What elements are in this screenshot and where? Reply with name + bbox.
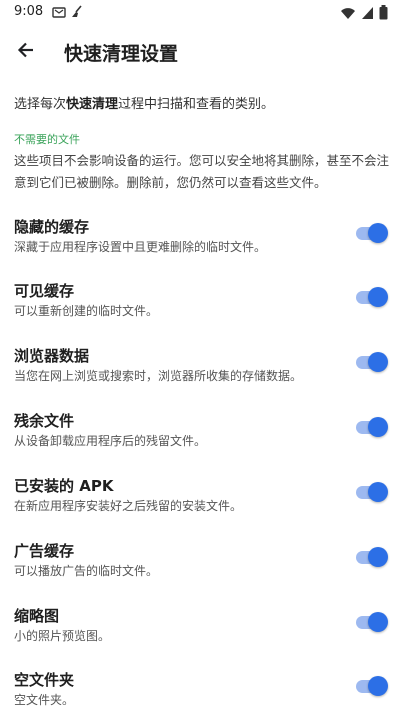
setting-subtitle: 深藏于应用程序设置中且更难删除的临时文件。 <box>14 240 267 254</box>
intro-text-post: 过程中扫描和查看的类别。 <box>118 97 275 112</box>
setting-title: 可见缓存 <box>14 282 75 300</box>
setting-subtitle: 可以播放广告的临时文件。 <box>14 564 159 578</box>
intro-text-pre: 选择每次 <box>14 97 67 112</box>
toggle-thumb <box>368 352 388 372</box>
setting-title: 已安装的 APK <box>14 477 114 495</box>
setting-item-browser-data[interactable]: 浏览器数据 当您在网上浏览或搜索时，浏览器所收集的存储数据。 <box>0 345 400 409</box>
back-button[interactable] <box>8 32 44 68</box>
visible-cache-toggle[interactable] <box>356 285 388 309</box>
notification-icon <box>52 7 66 18</box>
setting-title: 广告缓存 <box>14 542 75 560</box>
setting-subtitle: 当您在网上浏览或搜索时，浏览器所收集的存储数据。 <box>14 369 303 383</box>
toggle-thumb <box>368 612 388 632</box>
setting-subtitle: 小的照片预览图。 <box>14 629 111 643</box>
wifi-icon <box>341 7 355 19</box>
section-header: 不需要的文件 <box>14 133 80 146</box>
app-bar: 快速清理设置 <box>0 26 400 78</box>
thumbnails-toggle[interactable] <box>356 610 388 634</box>
setting-item-ad-cache[interactable]: 广告缓存 可以播放广告的临时文件。 <box>0 540 400 604</box>
section-description: 这些项目不会影响设备的运行。您可以安全地将其删除，甚至不会注意到它们已被删除。删… <box>14 153 390 190</box>
browser-data-toggle[interactable] <box>356 350 388 374</box>
status-bar: 9:08 <box>0 0 400 26</box>
setting-item-empty-folders[interactable]: 空文件夹 空文件夹。 <box>0 669 400 720</box>
setting-title: 隐藏的缓存 <box>14 218 90 236</box>
hidden-cache-toggle[interactable] <box>356 221 388 245</box>
arrow-back-icon <box>17 42 33 58</box>
ad-cache-toggle[interactable] <box>356 545 388 569</box>
residual-files-toggle[interactable] <box>356 415 388 439</box>
setting-title: 浏览器数据 <box>14 347 90 365</box>
toggle-thumb <box>368 287 388 307</box>
setting-item-installed-apk[interactable]: 已安装的 APK 在新应用程序安装好之后残留的安装文件。 <box>0 475 400 539</box>
toggle-thumb <box>368 482 388 502</box>
setting-title: 缩略图 <box>14 607 60 625</box>
toggle-thumb <box>368 547 388 567</box>
setting-title: 空文件夹 <box>14 671 75 689</box>
battery-icon <box>379 5 388 20</box>
page-title: 快速清理设置 <box>64 43 179 65</box>
status-time: 9:08 <box>14 4 44 19</box>
setting-item-hidden-cache[interactable]: 隐藏的缓存 深藏于应用程序设置中且更难删除的临时文件。 <box>0 216 400 280</box>
setting-item-thumbnails[interactable]: 缩略图 小的照片预览图。 <box>0 605 400 669</box>
setting-item-residual-files[interactable]: 残余文件 从设备卸载应用程序后的残留文件。 <box>0 410 400 474</box>
status-left-icons <box>52 5 84 19</box>
broom-icon <box>72 5 82 17</box>
installed-apk-toggle[interactable] <box>356 480 388 504</box>
empty-folders-toggle[interactable] <box>356 674 388 698</box>
setting-title: 残余文件 <box>14 412 75 430</box>
toggle-thumb <box>368 676 388 696</box>
setting-subtitle: 可以重新创建的临时文件。 <box>14 304 159 318</box>
setting-subtitle: 在新应用程序安装好之后残留的安装文件。 <box>14 499 243 513</box>
setting-item-visible-cache[interactable]: 可见缓存 可以重新创建的临时文件。 <box>0 280 400 344</box>
intro-text-bold: 快速清理 <box>66 97 119 112</box>
setting-subtitle: 空文件夹。 <box>14 693 75 707</box>
toggle-thumb <box>368 223 388 243</box>
intro-text: 选择每次快速清理过程中扫描和查看的类别。 <box>14 93 274 112</box>
signal-icon <box>362 6 373 19</box>
toggle-thumb <box>368 417 388 437</box>
status-right-icons <box>340 5 388 20</box>
setting-subtitle: 从设备卸载应用程序后的残留文件。 <box>14 434 207 448</box>
